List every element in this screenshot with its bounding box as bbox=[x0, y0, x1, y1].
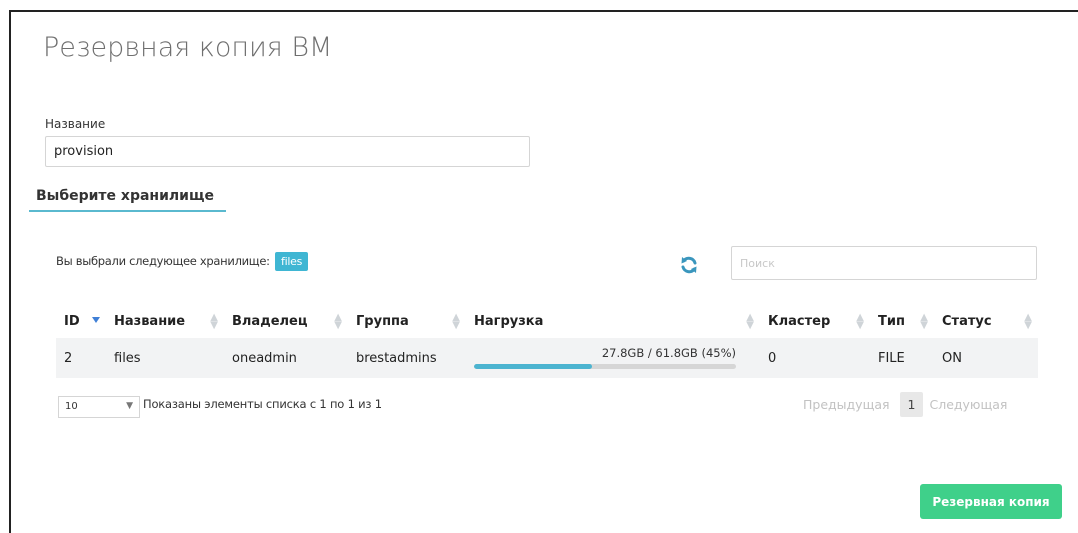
cell-load: 27.8GB / 61.8GB (45%) bbox=[466, 338, 760, 378]
sort-icon: ▲ ▼ bbox=[452, 312, 460, 331]
section-underline bbox=[29, 210, 226, 212]
table-header-row: ID Название ▲ ▼ Владелец ▲ ▼ Группа ▲ ▼ Наг… bbox=[56, 304, 1038, 338]
col-load-label: Нагрузка bbox=[474, 313, 544, 329]
col-status-label: Статус bbox=[942, 313, 992, 329]
name-label: Название bbox=[45, 117, 106, 131]
name-input[interactable] bbox=[45, 136, 530, 167]
col-cluster[interactable]: Кластер ▲ ▼ bbox=[760, 304, 870, 338]
load-progress-fill bbox=[474, 363, 592, 369]
refresh-icon[interactable] bbox=[679, 255, 699, 275]
sort-icon: ▲ ▼ bbox=[1024, 312, 1032, 331]
col-group-label: Группа bbox=[356, 313, 409, 329]
table-row[interactable]: 2 files oneadmin brestadmins 27.8GB / 61… bbox=[56, 338, 1038, 378]
col-id-label: ID bbox=[64, 313, 80, 329]
pagination: Предыдущая 1 Следующая bbox=[803, 392, 1007, 417]
chevron-down-icon: ▼ bbox=[126, 401, 133, 411]
sort-icon: ▲ ▼ bbox=[856, 312, 864, 331]
pagination-next[interactable]: Следующая bbox=[929, 397, 1007, 412]
pagination-prev[interactable]: Предыдущая bbox=[803, 397, 890, 412]
load-text: 27.8GB / 61.8GB (45%) bbox=[601, 345, 736, 360]
col-owner-label: Владелец bbox=[232, 313, 308, 329]
load-progress-bar bbox=[474, 363, 736, 369]
selected-prefix: Вы выбрали следующее хранилище: bbox=[56, 254, 270, 268]
col-load[interactable]: Нагрузка ▲ ▼ bbox=[466, 304, 760, 338]
sort-desc-icon bbox=[92, 317, 100, 323]
cell-cluster: 0 bbox=[760, 338, 870, 378]
sort-icon: ▲ ▼ bbox=[746, 312, 754, 331]
cell-name: files bbox=[106, 338, 224, 378]
section-title: Выберите хранилище bbox=[36, 188, 214, 204]
col-owner[interactable]: Владелец ▲ ▼ bbox=[224, 304, 348, 338]
col-status[interactable]: Статус ▲ ▼ bbox=[934, 304, 1038, 338]
selected-datastore-badge: files bbox=[275, 252, 309, 271]
sort-icon: ▲ ▼ bbox=[210, 312, 218, 331]
search-input[interactable] bbox=[731, 246, 1037, 280]
page-length-select[interactable]: 10 ▼ bbox=[58, 396, 140, 418]
backup-dialog: Резервная копия ВМ Название Выберите хра… bbox=[9, 10, 1078, 533]
cell-owner: oneadmin bbox=[224, 338, 348, 378]
col-type[interactable]: Тип ▲ ▼ bbox=[870, 304, 934, 338]
pagination-page[interactable]: 1 bbox=[899, 392, 924, 417]
backup-button[interactable]: Резервная копия bbox=[920, 484, 1062, 519]
sort-icon: ▲ ▼ bbox=[920, 312, 928, 331]
page-length-value: 10 bbox=[65, 401, 78, 412]
cell-status: ON bbox=[934, 338, 1038, 378]
sort-icon: ▲ ▼ bbox=[334, 312, 342, 331]
col-id[interactable]: ID bbox=[56, 304, 106, 338]
cell-type: FILE bbox=[870, 338, 934, 378]
col-name-label: Название bbox=[114, 313, 186, 329]
col-cluster-label: Кластер bbox=[768, 313, 831, 329]
col-type-label: Тип bbox=[878, 313, 905, 329]
col-group[interactable]: Группа ▲ ▼ bbox=[348, 304, 466, 338]
dialog-title: Резервная копия ВМ bbox=[43, 32, 333, 63]
cell-group: brestadmins bbox=[348, 338, 466, 378]
datastore-table: ID Название ▲ ▼ Владелец ▲ ▼ Группа ▲ ▼ Наг… bbox=[56, 304, 1038, 378]
table-info: Показаны элементы списка с 1 по 1 из 1 bbox=[143, 397, 382, 411]
cell-id: 2 bbox=[56, 338, 106, 378]
selected-datastore-info: Вы выбрали следующее хранилище: files bbox=[56, 252, 309, 271]
col-name[interactable]: Название ▲ ▼ bbox=[106, 304, 224, 338]
